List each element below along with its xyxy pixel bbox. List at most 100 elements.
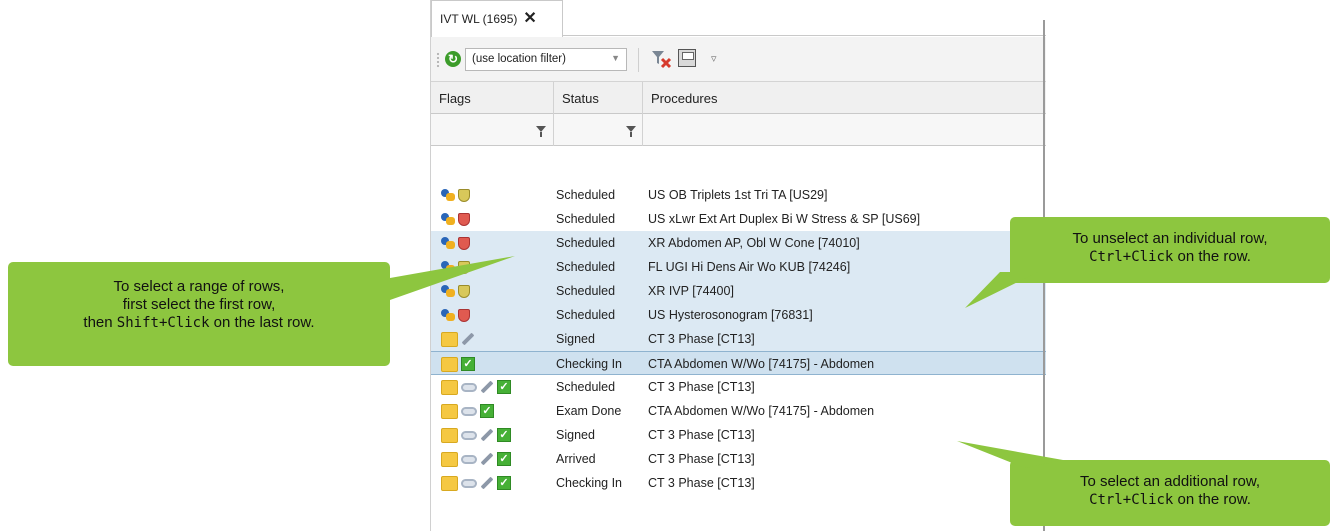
overflow-icon[interactable]: ▿ [711,52,717,65]
row-procedure: CT 3 Phase [CT13] [648,332,755,346]
filter-cell-flags[interactable] [431,114,554,146]
pencil-icon [480,380,494,394]
location-filter-select[interactable]: (use location filter) ▼ [465,48,627,71]
link-icon [461,478,477,488]
filter-icon[interactable] [626,126,636,137]
callout-range-line3-post: on the last row. [209,314,315,331]
callout-select-range: To select a range of rows, first select … [8,262,390,366]
check-icon: ✓ [497,452,511,466]
table-row[interactable]: Scheduled FL UGI Hi Dens Air Wo KUB [7424… [431,255,1046,279]
row-procedure: CTA Abdomen W/Wo [74175] - Abdomen [648,404,875,418]
folder-icon [441,356,458,372]
callout-range-line1: To select a range of rows, [113,278,285,295]
row-procedure: XR Abdomen AP, Obl W Cone [74010] [648,236,860,250]
table-row[interactable]: Scheduled XR IVP [74400] [431,279,1046,303]
callout-range-line3: then Shift+Click on the last row. [8,314,390,332]
row-status: Checking In [556,357,623,371]
person-icon [441,189,455,201]
callout-range-pointer [390,256,515,300]
callout-add-line1: To select an additional row, [1079,473,1261,490]
row-status: Scheduled [556,236,616,250]
column-header-flags[interactable]: Flags [431,82,554,114]
row-status: Scheduled [556,188,616,202]
callout-add-key: Ctrl+Click [1089,492,1174,508]
row-flags [441,186,470,204]
row-procedure: CT 3 Phase [CT13] [648,428,755,442]
shield-bad-icon [458,308,470,322]
filter-clear-icon[interactable] [651,49,673,69]
close-icon[interactable]: ✕ [523,11,536,27]
row-procedure: CT 3 Phase [CT13] [648,380,755,394]
row-procedure: CT 3 Phase [CT13] [648,452,755,466]
save-icon[interactable] [678,49,696,67]
callout-unselect-line1: To unselect an individual row, [1072,230,1268,247]
column-header-procedures[interactable]: Procedures [643,82,1046,114]
person-icon [441,213,455,225]
tab-ivt-wl[interactable]: IVT WL (1695) ✕ [431,0,563,37]
shield-bad-icon [458,212,470,226]
refresh-icon[interactable]: ↻ [445,51,461,67]
row-procedure: FL UGI Hi Dens Air Wo KUB [74246] [648,260,851,274]
link-icon [461,406,477,416]
row-flags: ✓ [441,355,475,373]
row-status: Scheduled [556,212,616,226]
row-status: Scheduled [556,284,616,298]
table-row[interactable]: Scheduled US Hysterosonogram [76831] [431,303,1046,327]
callout-unselect-line2-post: on the row. [1173,248,1251,265]
row-procedure: CTA Abdomen W/Wo [74175] - Abdomen [648,357,875,371]
table-row[interactable]: ✓ Signed CT 3 Phase [CT13] [431,423,1046,447]
table-row[interactable]: ✓ Arrived CT 3 Phase [CT13] [431,447,1046,471]
callout-unselect-line2: Ctrl+Click on the row. [1010,248,1330,266]
location-filter-value: (use location filter) [472,53,566,65]
table-row[interactable]: ✓ Checking In CT 3 Phase [CT13] [431,471,1046,495]
table-row[interactable]: ✓ Scheduled CT 3 Phase [CT13] [431,375,1046,399]
row-procedure: XR IVP [74400] [648,284,734,298]
table-row[interactable]: ✓ Checking In CTA Abdomen W/Wo [74175] - A… [431,351,1046,375]
filter-cell-procedures[interactable] [643,114,1046,146]
table-row[interactable]: Scheduled XR Abdomen AP, Obl W Cone [7401… [431,231,1046,255]
row-flags [441,210,470,228]
pencil-icon [480,476,494,490]
row-flags: ✓ [441,402,494,420]
folder-icon [441,427,458,443]
toolbar: ↻ (use location filter) ▼ ▿ [431,37,1046,82]
folder-icon [441,475,458,491]
row-status: Signed [556,428,595,442]
person-icon [441,237,455,249]
toolbar-grip-icon[interactable] [436,52,440,68]
shield-ok-icon [458,188,470,202]
folder-icon [441,331,458,347]
check-icon: ✓ [497,380,511,394]
row-flags: ✓ [441,474,511,492]
row-status: Scheduled [556,260,616,274]
table-row[interactable]: Scheduled US OB Triplets 1st Tri TA [US29… [431,183,1046,207]
table-row[interactable]: ✓ Exam Done CTA Abdomen W/Wo [74175] - Abd… [431,399,1046,423]
table-row[interactable]: Scheduled US xLwr Ext Art Duplex Bi W Str… [431,207,1046,231]
row-procedure: US xLwr Ext Art Duplex Bi W Stress & SP … [648,212,921,226]
tab-title: IVT WL (1695) [440,12,518,26]
link-icon [461,382,477,392]
column-header-status[interactable]: Status [554,82,643,114]
shield-bad-icon [458,236,470,250]
row-status: Arrived [556,452,596,466]
pencil-icon [480,428,494,442]
callout-add-pointer [957,441,1063,468]
pencil-icon [480,452,494,466]
row-status: Scheduled [556,380,616,394]
row-status: Signed [556,332,595,346]
filter-cell-status[interactable] [554,114,643,146]
table-row[interactable]: Signed CT 3 Phase [CT13] [431,327,1046,351]
chevron-down-icon: ▼ [611,53,620,63]
filter-icon[interactable] [536,126,546,137]
check-icon: ✓ [461,357,475,371]
callout-add-line2-post: on the row. [1173,491,1251,508]
column-filter-row [431,114,1046,146]
callout-unselect-key: Ctrl+Click [1089,249,1174,265]
row-procedure: US OB Triplets 1st Tri TA [US29] [648,188,828,202]
callout-add-line2: Ctrl+Click on the row. [1010,491,1330,509]
row-flags [441,330,475,348]
folder-icon [441,403,458,419]
row-status: Scheduled [556,308,616,322]
row-procedure: CT 3 Phase [CT13] [648,476,755,490]
check-icon: ✓ [497,428,511,442]
